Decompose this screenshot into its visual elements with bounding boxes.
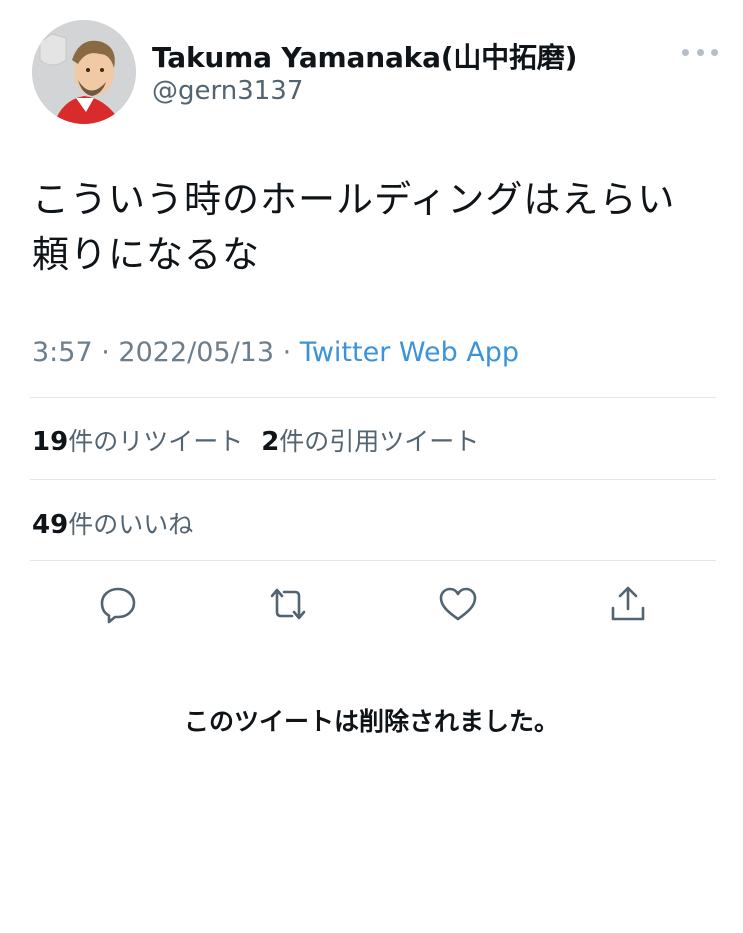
retweet-icon[interactable] — [268, 584, 308, 624]
likes-count: 49 — [32, 510, 69, 540]
quotes-label: 件の引用ツイート — [279, 427, 480, 456]
more-dot — [711, 48, 718, 56]
retweets-count: 19 — [32, 427, 69, 457]
divider — [30, 560, 716, 561]
tweet-text: こういう時のホールディングはえらい頼りになるな — [32, 178, 676, 276]
share-icon[interactable] — [608, 584, 648, 624]
reply-icon[interactable] — [98, 584, 138, 624]
meta-separator: · — [101, 337, 119, 368]
user-name[interactable]: Takuma Yamanaka(山中拓磨) — [152, 36, 577, 76]
retweets-link[interactable]: 19件のリツイート — [32, 427, 244, 457]
divider — [30, 479, 716, 480]
tweet-date[interactable]: 2022/05/13 — [118, 337, 274, 368]
quotes-link[interactable]: 2件の引用ツイート — [261, 427, 480, 457]
user-handle[interactable]: @gern3137 — [152, 76, 303, 106]
likes-label: 件のいいね — [68, 510, 194, 539]
likes-stats[interactable]: 49件のいいね — [32, 505, 193, 541]
more-dot — [682, 48, 689, 56]
divider — [30, 397, 716, 398]
retweets-label: 件のリツイート — [68, 427, 244, 456]
tweet-time[interactable]: 3:57 — [32, 337, 93, 368]
more-icon[interactable] — [682, 40, 718, 64]
meta-separator: · — [282, 337, 300, 368]
avatar[interactable] — [32, 20, 136, 124]
quotes-count: 2 — [261, 427, 280, 457]
tweet-meta: 3:57 · 2022/05/13 · Twitter Web App — [32, 337, 519, 368]
like-icon[interactable] — [438, 584, 478, 624]
deleted-tweet-notice: このツイートは削除されました。 — [183, 707, 559, 736]
retweet-stats: 19件のリツイート 2件の引用ツイート — [32, 422, 479, 458]
tweet-source[interactable]: Twitter Web App — [300, 337, 519, 368]
more-dot — [696, 48, 704, 56]
